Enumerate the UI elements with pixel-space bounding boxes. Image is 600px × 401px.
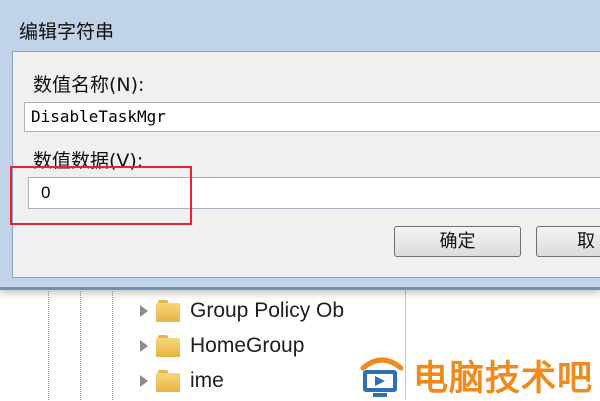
tree-item-label: HomeGroup	[190, 334, 305, 357]
tree-item-label: Group Policy Ob	[190, 299, 345, 322]
tree-item-label: ime	[190, 369, 224, 392]
value-name-field[interactable]: DisableTaskMgr	[24, 102, 600, 132]
tree-item-group-policy-objects[interactable]: Group Policy Ob	[140, 296, 344, 326]
tree-item-ime[interactable]: ime	[140, 366, 224, 396]
red-highlight-box	[10, 166, 192, 225]
tree-item-homegroup[interactable]: HomeGroup	[140, 331, 304, 361]
folder-icon	[156, 370, 180, 392]
dialog-title: 编辑字符串	[19, 21, 115, 43]
ok-button[interactable]: 确定	[394, 226, 521, 257]
folder-icon	[156, 300, 180, 322]
watermark-logo-icon	[360, 357, 404, 397]
expand-arrow-icon[interactable]	[140, 340, 148, 352]
watermark: 电脑技术吧	[357, 350, 593, 401]
watermark-text: 电脑技术吧	[413, 359, 594, 399]
expand-arrow-icon[interactable]	[140, 305, 148, 317]
expand-arrow-icon[interactable]	[140, 375, 148, 387]
cancel-button[interactable]: 取	[536, 226, 600, 257]
folder-icon	[156, 335, 180, 357]
value-name-label: 数值名称(N):	[33, 74, 145, 96]
edit-string-dialog: 编辑字符串 数值名称(N): DisableTaskMgr 数值数据(V): 0…	[0, 0, 600, 290]
